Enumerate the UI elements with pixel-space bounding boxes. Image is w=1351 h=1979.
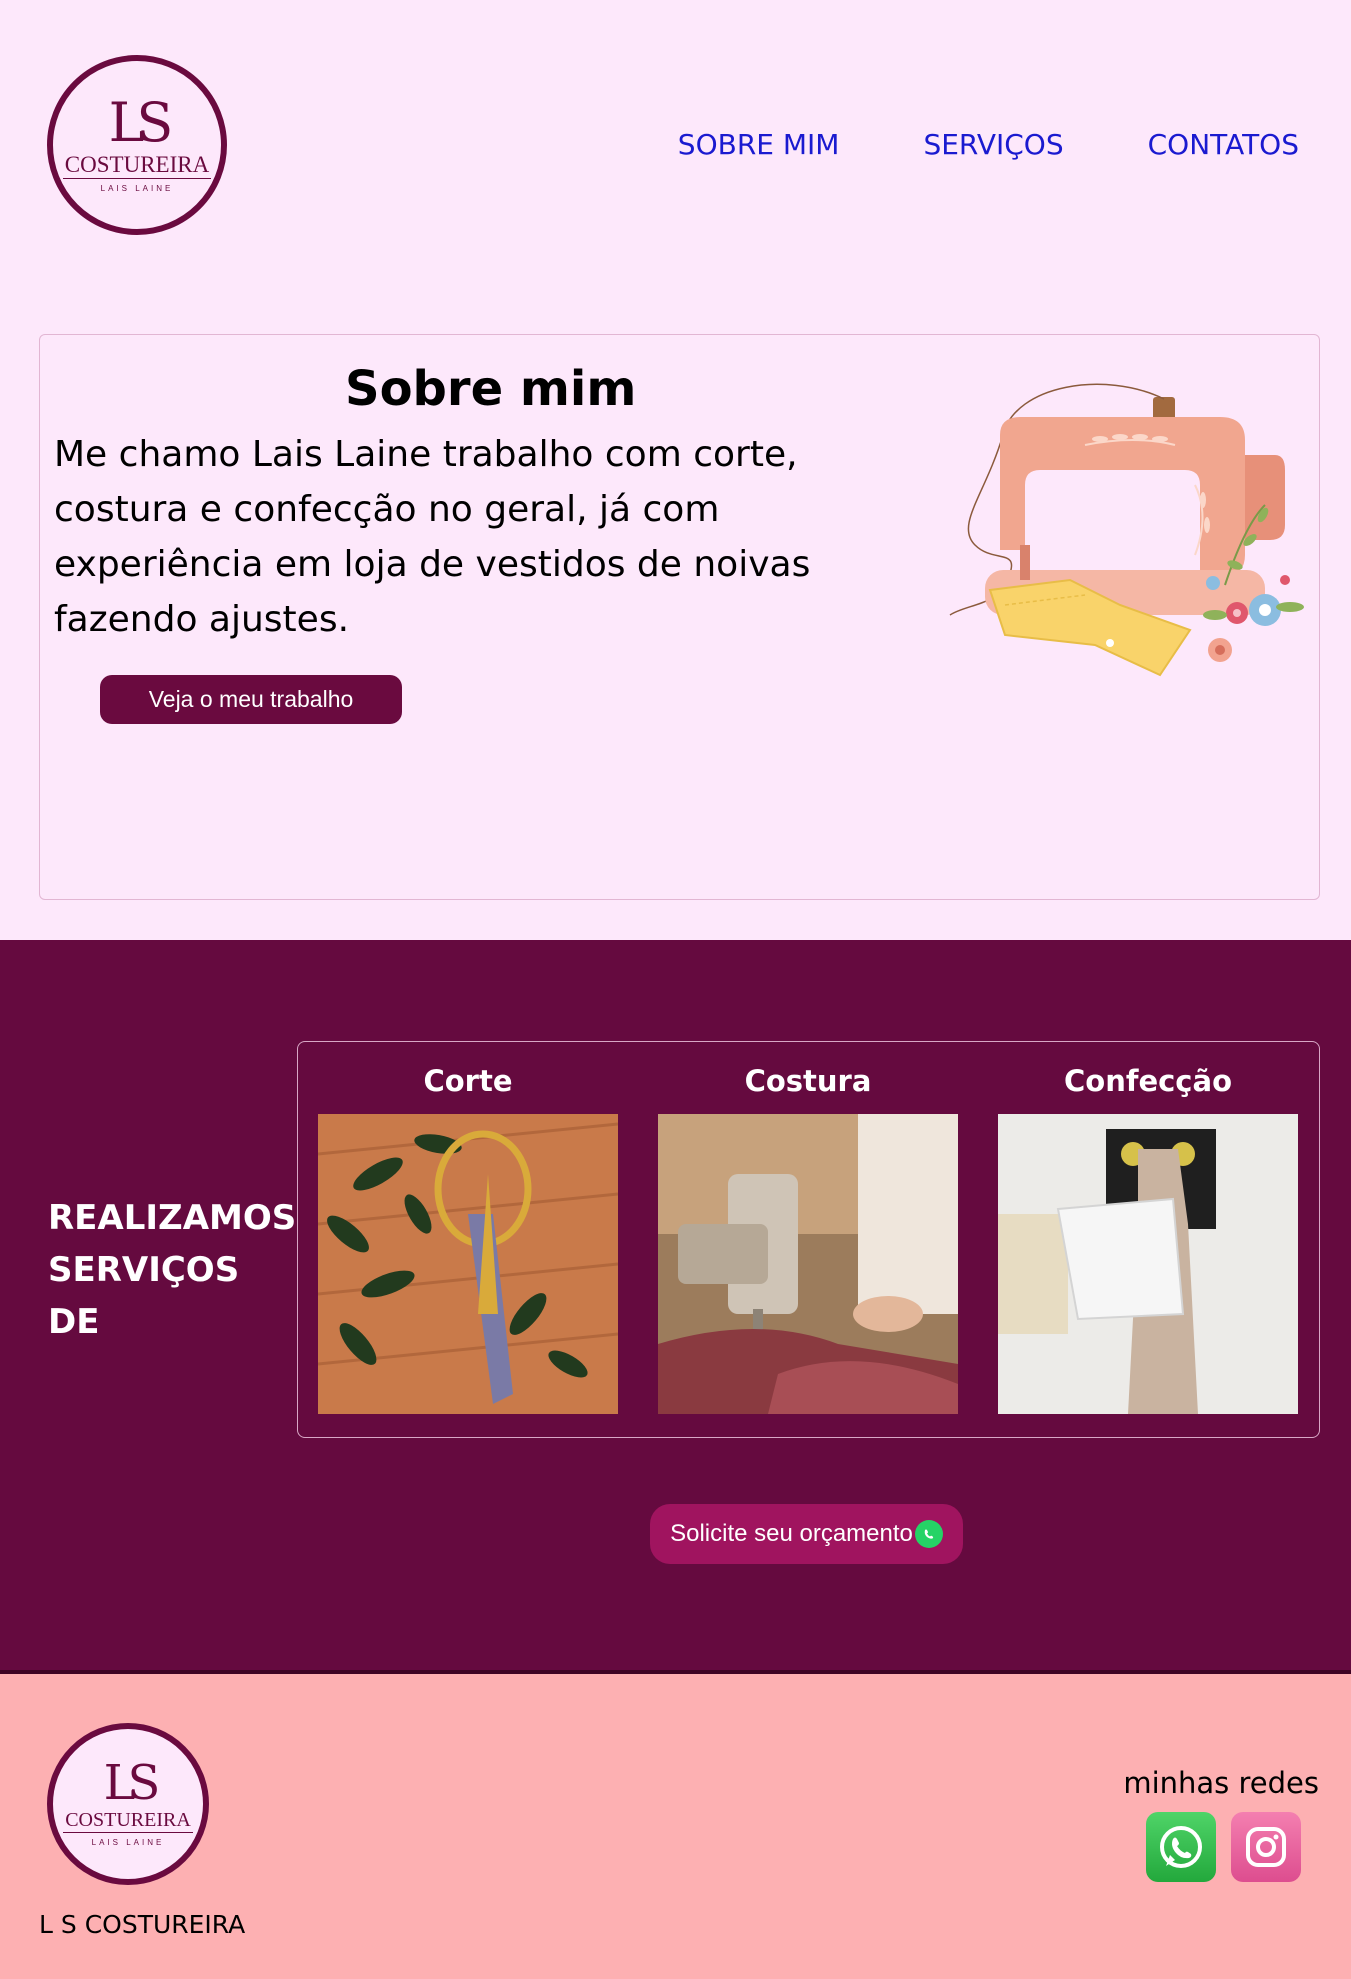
request-quote-button[interactable]: Solicite seu orçamento <box>650 1504 963 1564</box>
service-card-costura[interactable]: Costura <box>658 1064 958 1414</box>
main-nav: SOBRE MIM SERVIÇOS CONTATOS <box>678 128 1299 161</box>
service-card-corte[interactable]: Corte <box>318 1064 618 1414</box>
nav-link-sobre-mim[interactable]: SOBRE MIM <box>678 128 840 161</box>
logo-subtitle: LAIS LAINE <box>91 1838 165 1847</box>
about-section: Sobre mim Me chamo Lais Laine trabalho c… <box>39 334 1320 900</box>
service-title: Costura <box>744 1064 872 1098</box>
logo[interactable]: LS COSTUREIRA LAIS LAINE <box>47 55 227 235</box>
whatsapp-icon <box>914 1520 943 1548</box>
see-my-work-button[interactable]: Veja o meu trabalho <box>100 675 402 724</box>
instagram-icon[interactable] <box>1231 1812 1301 1882</box>
scissors-photo <box>318 1114 618 1414</box>
request-quote-label: Solicite seu orçamento <box>670 1520 913 1547</box>
about-title: Sobre mim <box>345 361 637 417</box>
networks-label: minhas redes <box>1123 1766 1319 1800</box>
logo-brand: COSTUREIRA <box>63 1809 193 1833</box>
sewing-machine-photo <box>658 1114 958 1414</box>
services-heading: REALIZAMOS SERVIÇOS DE <box>48 1198 297 1342</box>
footer-logo[interactable]: LS COSTUREIRA LAIS LAINE <box>47 1723 209 1885</box>
service-title: Corte <box>423 1064 513 1098</box>
nav-link-servicos[interactable]: SERVIÇOS <box>923 128 1063 161</box>
logo-brand: COSTUREIRA <box>62 151 212 179</box>
site-header: LS COSTUREIRA LAIS LAINE SOBRE MIM SERVI… <box>0 0 1351 300</box>
logo-subtitle: LAIS LAINE <box>100 183 174 193</box>
service-card-confeccao[interactable]: Confecção <box>998 1064 1298 1414</box>
sewing-machine-illustration <box>949 383 1304 677</box>
footer-brand-name: L S COSTUREIRA <box>39 1910 246 1939</box>
whatsapp-icon[interactable] <box>1146 1812 1216 1882</box>
services-gallery: Corte Costura Confecção <box>297 1041 1320 1438</box>
nav-link-contatos[interactable]: CONTATOS <box>1148 128 1299 161</box>
logo-letters: LS <box>103 1755 161 1811</box>
dress-form-photo <box>998 1114 1298 1414</box>
services-section: REALIZAMOS SERVIÇOS DE Corte Costura Con… <box>0 940 1351 1670</box>
about-text: Me chamo Lais Laine trabalho com corte, … <box>54 434 811 640</box>
service-title: Confecção <box>1063 1064 1232 1098</box>
logo-letters: LS <box>108 90 174 154</box>
